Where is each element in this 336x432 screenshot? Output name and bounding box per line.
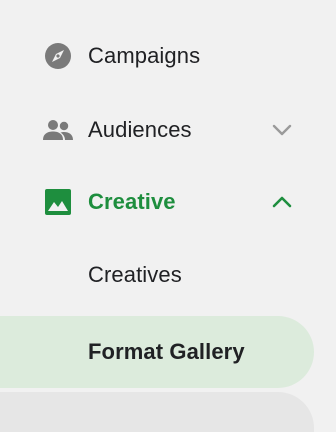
nav-item-label: Campaigns <box>88 43 201 68</box>
nav-item-label: Audiences <box>88 117 192 142</box>
nav-item-label: Creative <box>88 189 176 214</box>
nav-subitem-creatives[interactable]: Creatives <box>0 245 336 305</box>
nav-item-audiences[interactable]: Audiences <box>0 100 336 160</box>
compass-icon <box>42 40 74 72</box>
people-icon <box>42 114 74 146</box>
next-nav-item-edge <box>0 392 314 432</box>
side-nav: Campaigns Audiences Creative Creatives F… <box>0 0 336 432</box>
chevron-up-icon[interactable] <box>270 190 294 214</box>
nav-item-creative[interactable]: Creative <box>0 172 336 232</box>
image-icon <box>42 186 74 218</box>
chevron-down-icon[interactable] <box>270 118 294 142</box>
nav-subitem-format-gallery[interactable]: Format Gallery <box>0 316 314 388</box>
nav-subitem-label: Format Gallery <box>88 339 245 364</box>
nav-subitem-label: Creatives <box>88 262 182 287</box>
nav-item-campaigns[interactable]: Campaigns <box>0 26 336 86</box>
